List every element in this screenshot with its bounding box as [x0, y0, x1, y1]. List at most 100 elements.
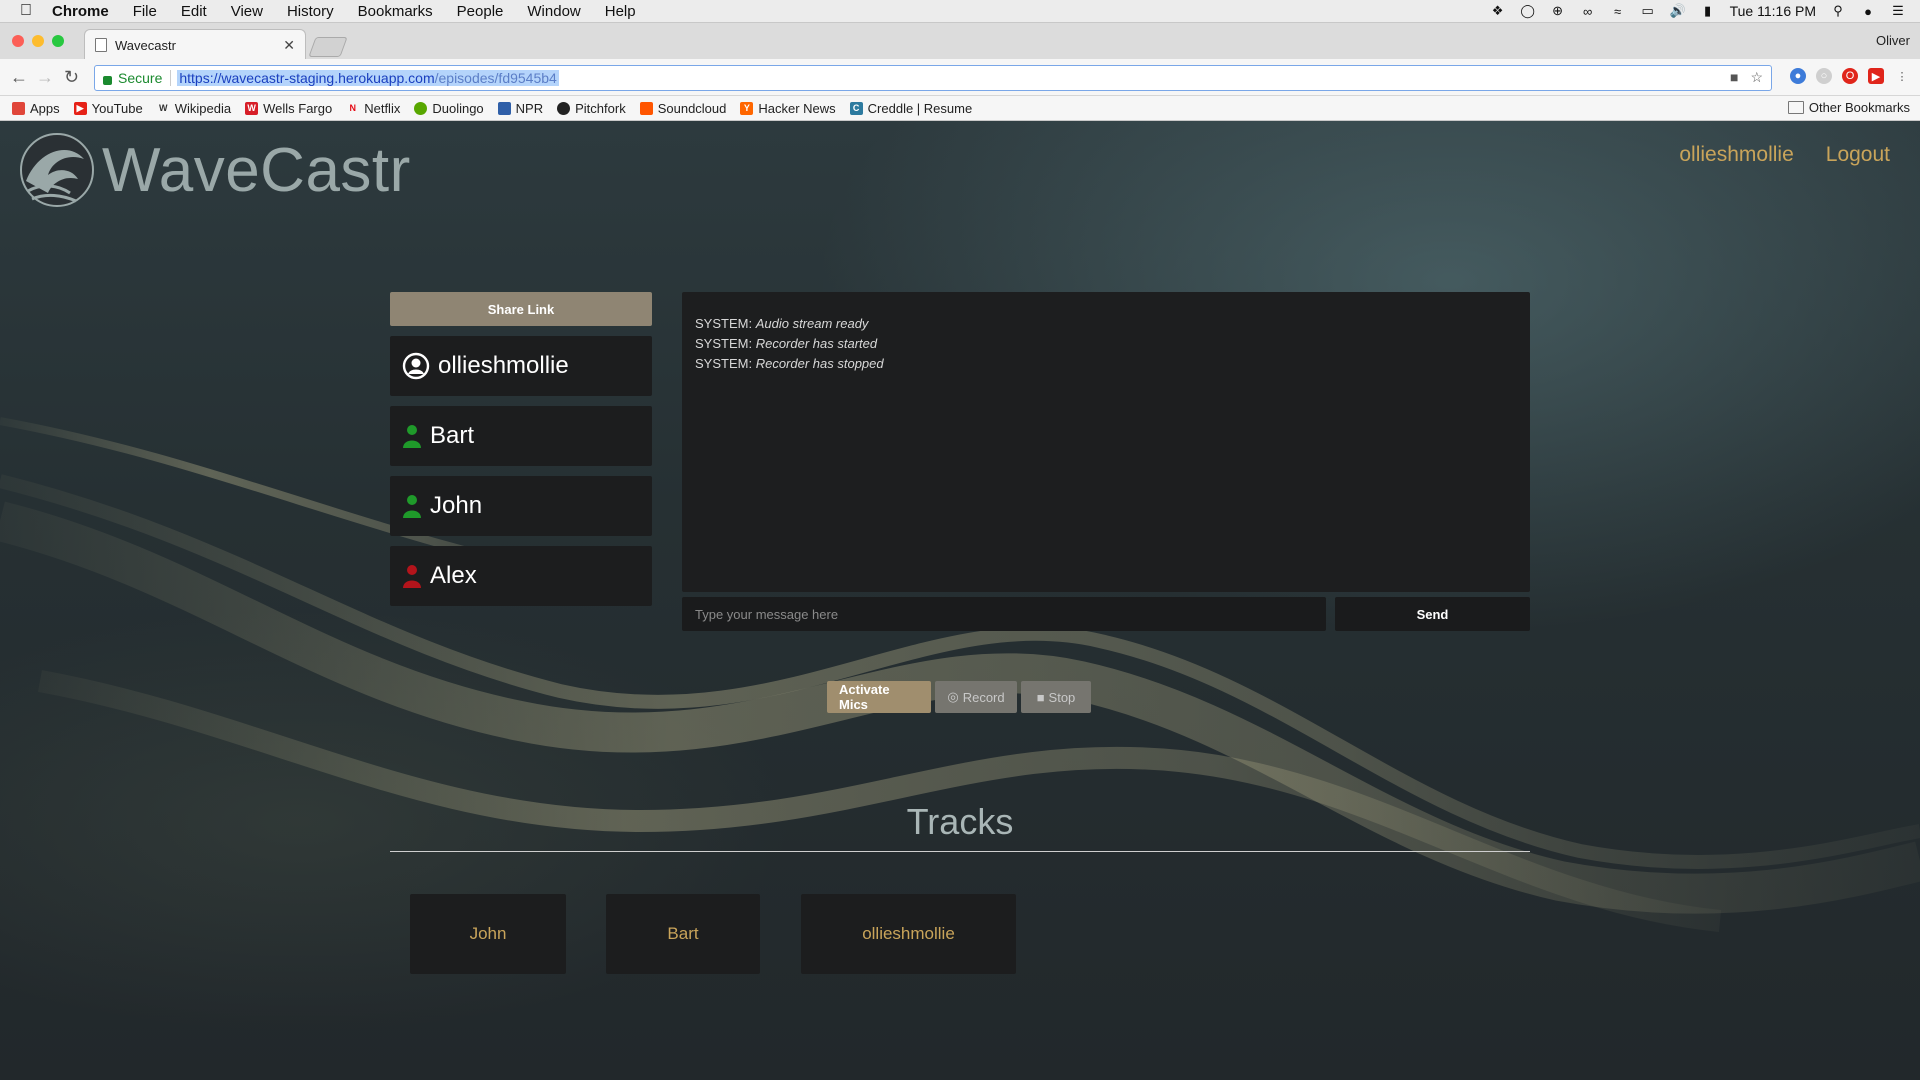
chat-text: Recorder has stopped — [755, 356, 884, 371]
bookmarks-bar: Apps ▶ YouTube W Wikipedia W Wells Fargo NN… — [0, 96, 1920, 121]
chat-text: Recorder has started — [755, 336, 878, 351]
netflix-icon: N — [349, 103, 356, 113]
spotlight-search-icon[interactable]: ⚲ — [1830, 3, 1846, 18]
other-bookmarks[interactable]: Other Bookmarks — [1787, 100, 1910, 115]
new-tab-button[interactable] — [308, 37, 348, 57]
reload-icon[interactable]: ↻ — [64, 67, 79, 88]
forward-arrow-icon[interactable]: → — [36, 67, 54, 88]
bookmark-soundcloud[interactable]: Soundcloud — [639, 101, 726, 116]
bookmark-pitchfork[interactable]: Pitchfork — [557, 101, 626, 116]
tracks-heading: Tracks — [906, 801, 1014, 842]
browser-profile-name[interactable]: Oliver — [1876, 33, 1910, 48]
siri-icon[interactable]: ● — [1860, 4, 1876, 19]
battery-icon[interactable]: ▮ — [1700, 3, 1716, 18]
chat-sender: SYSTEM: — [695, 356, 753, 371]
stop-button[interactable]: ■ Stop — [1021, 681, 1091, 713]
wikipedia-icon: W — [158, 103, 168, 113]
tracks-divider — [390, 851, 1530, 852]
bookmark-hacker-news[interactable]: Y Hacker News — [740, 101, 836, 116]
dropbox-icon[interactable]: ❖ — [1490, 3, 1506, 18]
logout-link[interactable]: Logout — [1826, 143, 1890, 167]
npr-icon — [497, 101, 511, 115]
bookmark-wells-fargo[interactable]: W Wells Fargo — [245, 101, 332, 116]
browser-tab[interactable]: Wavecastr ✕ — [84, 29, 306, 60]
creative-cloud-icon[interactable]: ◯ — [1520, 3, 1536, 18]
url-path: /episodes/fd9545b4 — [434, 70, 557, 86]
user-active-icon — [402, 494, 422, 518]
activate-mics-button[interactable]: Activate Mics — [827, 681, 931, 713]
extension-icons: ● ○ O ▶ ⋮ — [1790, 68, 1910, 84]
bookmark-netflix[interactable]: N Netflix — [346, 101, 400, 116]
menu-view[interactable]: View — [231, 3, 263, 20]
chat-log[interactable]: SYSTEM: Audio stream ready SYSTEM: Recor… — [682, 292, 1530, 592]
window-minimize-icon[interactable] — [32, 35, 44, 47]
menu-window[interactable]: Window — [527, 3, 580, 20]
chat-message-input[interactable]: Type your message here — [682, 597, 1326, 631]
menu-file[interactable]: File — [133, 3, 157, 20]
track-card[interactable]: Bart — [606, 894, 760, 974]
bookmark-npr[interactable]: NPR — [497, 100, 544, 116]
address-bar[interactable]: Secure https://wavecastr-staging.herokua… — [94, 65, 1772, 91]
omnibox-actions: ■ ☆ — [1730, 69, 1763, 86]
menu-history[interactable]: History — [287, 3, 334, 20]
bookmark-label: NPR — [515, 100, 544, 116]
record-button[interactable]: ◎ Record — [935, 681, 1017, 713]
bookmark-star-icon[interactable]: ☆ — [1750, 69, 1763, 86]
participant-card: ollieshmollie — [390, 336, 652, 396]
brand-logo[interactable]: WaveCastr — [18, 131, 411, 209]
extension-youtube-icon[interactable]: ▶ — [1868, 68, 1884, 84]
chrome-menu-icon[interactable]: ⋮ — [1894, 68, 1910, 84]
sync-icon[interactable]: ⊕ — [1550, 3, 1566, 18]
stop-label: Stop — [1048, 689, 1076, 705]
creddle-icon: C — [849, 101, 863, 115]
bookmark-wikipedia[interactable]: W Wikipedia — [157, 101, 231, 116]
youtube-icon: ▶ — [73, 101, 87, 115]
bookmark-youtube[interactable]: ▶ YouTube — [73, 100, 143, 116]
infinity-icon[interactable]: ∞ — [1580, 4, 1596, 19]
bookmark-creddle[interactable]: C Creddle | Resume — [849, 100, 973, 116]
camera-icon[interactable]: ■ — [1730, 69, 1738, 86]
menu-app-name[interactable]: Chrome — [52, 3, 109, 20]
menubar-clock[interactable]: Tue 11:16 PM — [1730, 3, 1816, 19]
omnibox-divider — [170, 70, 172, 86]
folder-icon — [1787, 101, 1804, 114]
window-close-icon[interactable] — [12, 35, 24, 47]
soundcloud-icon — [639, 101, 653, 115]
bookmark-label: YouTube — [91, 100, 143, 116]
chat-message: SYSTEM: Recorder has started — [695, 334, 884, 354]
recording-controls: Activate Mics ◎ Record ■ Stop — [827, 681, 1091, 713]
participant-name: John — [430, 492, 483, 519]
hacker-news-icon: Y — [740, 101, 754, 115]
record-icon: ◎ — [947, 689, 959, 704]
chat-message: SYSTEM: Recorder has stopped — [695, 354, 884, 374]
send-button[interactable]: Send — [1335, 597, 1530, 631]
extension-circle-icon[interactable]: ○ — [1816, 68, 1832, 84]
user-inactive-icon — [402, 564, 422, 588]
user-circle-icon — [402, 352, 430, 380]
bookmark-duolingo[interactable]: Duolingo — [414, 100, 484, 116]
nav-username-link[interactable]: ollieshmollie — [1679, 143, 1793, 167]
url-text[interactable]: https://wavecastr-staging.herokuapp.com/… — [177, 70, 559, 86]
menu-edit[interactable]: Edit — [181, 3, 207, 20]
apple-icon[interactable]:  — [20, 2, 34, 20]
extension-bird-icon[interactable]: ● — [1790, 68, 1806, 84]
airplay-icon[interactable]: ▭ — [1640, 3, 1656, 18]
extension-opera-icon[interactable]: O — [1842, 68, 1858, 84]
bookmark-label: Creddle | Resume — [867, 100, 973, 116]
menu-help[interactable]: Help — [605, 3, 636, 20]
window-zoom-icon[interactable] — [52, 35, 64, 47]
tab-close-icon[interactable]: ✕ — [283, 37, 295, 54]
menu-bookmarks[interactable]: Bookmarks — [358, 3, 433, 20]
share-link-button[interactable]: Share Link — [390, 292, 652, 326]
bookmark-label: Wikipedia — [174, 100, 232, 116]
back-arrow-icon[interactable]: ← — [10, 67, 28, 88]
notification-center-icon[interactable]: ☰ — [1890, 3, 1906, 18]
bookmark-apps[interactable]: Apps — [12, 101, 60, 116]
bookmark-label: Duolingo — [432, 100, 484, 116]
wifi-icon[interactable]: ≈ — [1610, 4, 1626, 19]
menu-people[interactable]: People — [457, 3, 504, 20]
volume-icon[interactable]: 🔊 — [1670, 3, 1686, 18]
url-host: https://wavecastr-staging.herokuapp.com — [179, 70, 435, 86]
track-card[interactable]: ollieshmollie — [801, 894, 1016, 974]
track-card[interactable]: John — [410, 894, 566, 974]
